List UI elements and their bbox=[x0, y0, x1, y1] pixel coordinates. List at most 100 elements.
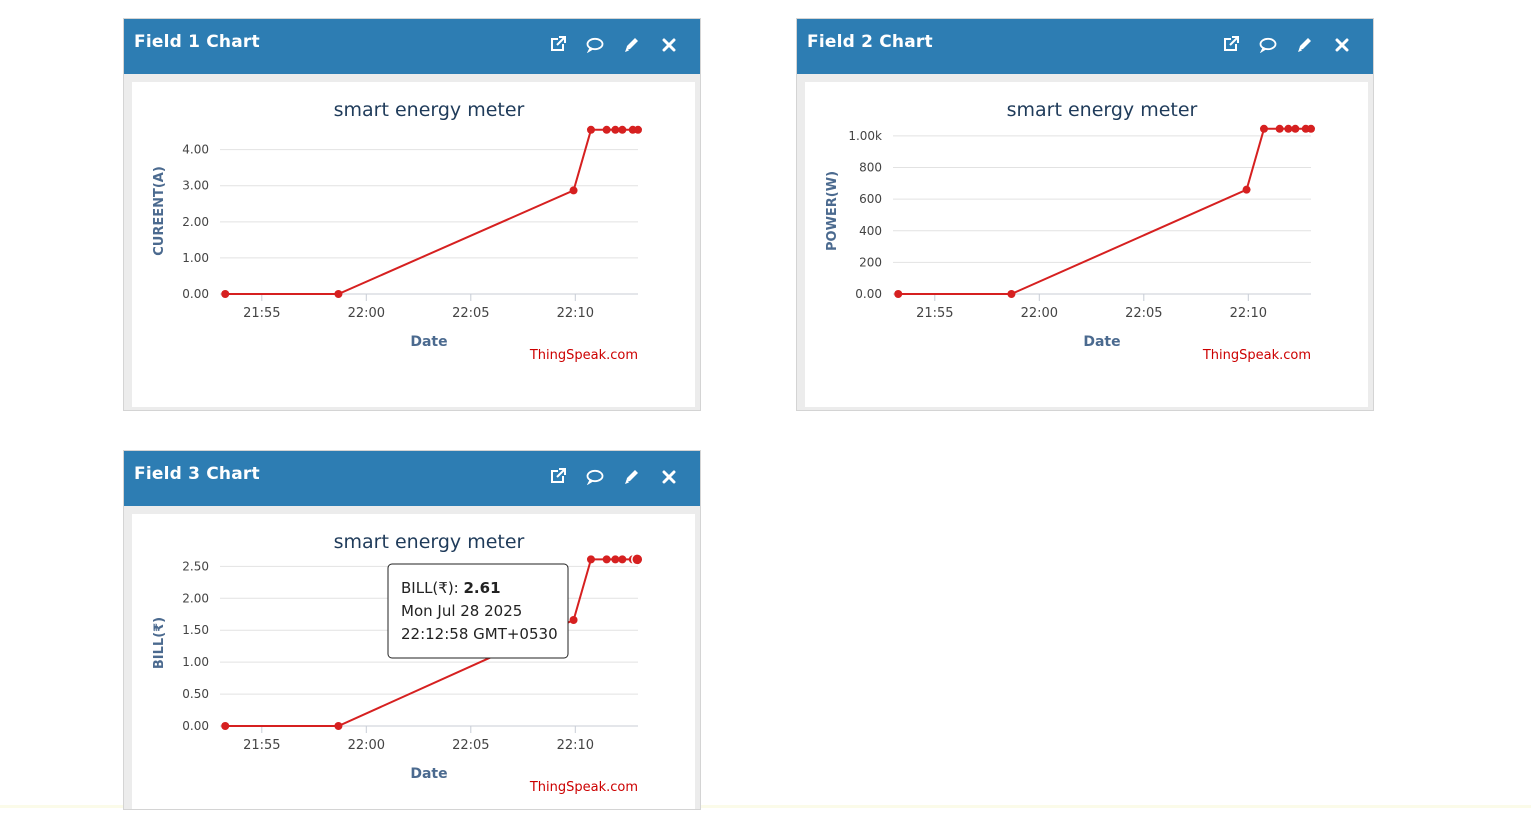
data-point bbox=[334, 290, 343, 298]
series-line bbox=[898, 127, 1311, 295]
external-link-icon[interactable] bbox=[548, 467, 567, 486]
data-point bbox=[634, 125, 642, 134]
y-tick-label: 2.50 bbox=[182, 559, 209, 573]
data-point bbox=[221, 290, 230, 298]
y-tick-label: 200 bbox=[859, 255, 882, 269]
x-tick-label: 22:05 bbox=[1125, 306, 1162, 321]
y-tick-label: 1.00 bbox=[182, 655, 209, 669]
y-axis-label: CUREENT(A) bbox=[152, 166, 167, 256]
tooltip-value: 2.61 bbox=[464, 579, 501, 597]
x-tick-label: 22:10 bbox=[1230, 306, 1267, 321]
y-tick-label: 0.00 bbox=[855, 287, 882, 301]
tooltip-series-label: BILL(₹): bbox=[401, 579, 464, 597]
widget-header: Field 1 Chart bbox=[124, 19, 700, 74]
data-point bbox=[1291, 124, 1300, 133]
data-point bbox=[602, 555, 611, 564]
y-tick-label: 0.00 bbox=[182, 287, 209, 301]
chart-area: smart energy meter 0.00 0.50 1.00 1.50 2.00 2.… bbox=[132, 514, 695, 809]
x-axis-label: Date bbox=[410, 334, 447, 350]
chart-title: smart energy meter bbox=[334, 99, 525, 121]
field-3-widget: Field 3 Chart smart energy meter 0.00 0.50… bbox=[123, 450, 701, 810]
data-point bbox=[602, 125, 611, 134]
pencil-icon[interactable] bbox=[622, 467, 641, 486]
x-tick-label: 22:05 bbox=[452, 738, 489, 753]
pencil-icon[interactable] bbox=[1295, 35, 1314, 54]
widget-toolbar bbox=[548, 35, 678, 54]
y-axis-label: BILL(₹) bbox=[152, 617, 167, 669]
field-2-widget: Field 2 Chart smart energy meter 0.00 200 4… bbox=[796, 18, 1374, 411]
data-point bbox=[631, 553, 644, 566]
y-tick-label: 2.00 bbox=[182, 215, 209, 229]
close-icon[interactable] bbox=[659, 467, 678, 486]
y-tick-label: 2.00 bbox=[182, 591, 209, 605]
field-3-chart: smart energy meter 0.00 0.50 1.00 1.50 2.00 2.… bbox=[152, 531, 644, 795]
data-point bbox=[586, 125, 595, 134]
widget-title: Field 1 Chart bbox=[134, 32, 260, 52]
x-tick-label: 21:55 bbox=[243, 306, 280, 321]
external-link-icon[interactable] bbox=[1221, 35, 1240, 54]
data-point bbox=[586, 555, 595, 564]
credit-link: ThingSpeak.com bbox=[1202, 348, 1311, 363]
widget-toolbar bbox=[1221, 35, 1351, 54]
widget-header: Field 3 Chart bbox=[124, 451, 700, 506]
pencil-icon[interactable] bbox=[622, 35, 641, 54]
y-tick-label: 4.00 bbox=[182, 143, 209, 157]
close-icon[interactable] bbox=[659, 35, 678, 54]
data-point bbox=[1307, 124, 1315, 133]
x-tick-label: 22:00 bbox=[348, 738, 385, 753]
x-tick-label: 22:00 bbox=[348, 306, 385, 321]
tooltip-date: Mon Jul 28 2025 bbox=[401, 602, 522, 620]
external-link-icon[interactable] bbox=[548, 35, 567, 54]
data-point bbox=[1007, 290, 1016, 298]
y-tick-label: 800 bbox=[859, 161, 882, 175]
widget-title: Field 3 Chart bbox=[134, 464, 260, 484]
chart-title: smart energy meter bbox=[1007, 99, 1198, 121]
chart-title: smart energy meter bbox=[334, 531, 525, 553]
comment-icon[interactable] bbox=[1258, 35, 1277, 54]
comment-icon[interactable] bbox=[585, 35, 604, 54]
data-point bbox=[611, 125, 620, 134]
field-1-chart: smart energy meter 0.00 1.00 2.00 3.00 4.00 21… bbox=[152, 99, 642, 363]
x-axis-label: Date bbox=[1083, 334, 1120, 350]
y-tick-label: 1.00k bbox=[848, 129, 882, 143]
data-point bbox=[894, 290, 903, 298]
data-point bbox=[618, 125, 627, 134]
y-tick-label: 1.50 bbox=[182, 623, 209, 637]
y-tick-label: 400 bbox=[859, 224, 882, 238]
y-tick-label: 1.00 bbox=[182, 251, 209, 265]
y-tick-label: 0.50 bbox=[182, 687, 209, 701]
x-tick-label: 21:55 bbox=[243, 738, 280, 753]
credit-link: ThingSpeak.com bbox=[529, 348, 638, 363]
y-axis-label: POWER(W) bbox=[825, 171, 840, 251]
x-tick-label: 22:10 bbox=[557, 738, 594, 753]
widget-header: Field 2 Chart bbox=[797, 19, 1373, 74]
data-point bbox=[1259, 124, 1268, 133]
x-tick-label: 21:55 bbox=[916, 306, 953, 321]
series-line bbox=[225, 128, 638, 295]
data-point bbox=[569, 616, 578, 625]
tooltip-series-line: BILL(₹): 2.61 bbox=[401, 579, 501, 597]
data-point bbox=[611, 555, 620, 564]
x-tick-label: 22:05 bbox=[452, 306, 489, 321]
y-tick-label: 0.00 bbox=[182, 719, 209, 733]
y-tick-label: 3.00 bbox=[182, 179, 209, 193]
x-tick-label: 22:00 bbox=[1021, 306, 1058, 321]
field-2-chart: smart energy meter 0.00 200 400 600 800 1.00k 2… bbox=[825, 99, 1315, 363]
data-point bbox=[569, 186, 578, 195]
credit-link: ThingSpeak.com bbox=[529, 780, 638, 795]
data-point bbox=[618, 555, 627, 564]
data-point bbox=[1284, 124, 1293, 133]
comment-icon[interactable] bbox=[585, 467, 604, 486]
chart-area: smart energy meter 0.00 1.00 2.00 3.00 4.00 21… bbox=[132, 82, 695, 407]
y-tick-label: 600 bbox=[859, 192, 882, 206]
widget-toolbar bbox=[548, 467, 678, 486]
widget-title: Field 2 Chart bbox=[807, 32, 933, 52]
close-icon[interactable] bbox=[1332, 35, 1351, 54]
data-point bbox=[221, 722, 230, 730]
x-axis-label: Date bbox=[410, 766, 447, 782]
tooltip-time: 22:12:58 GMT+0530 bbox=[401, 625, 558, 643]
chart-area: smart energy meter 0.00 200 400 600 800 1.00k 2… bbox=[805, 82, 1368, 407]
field-1-widget: Field 1 Chart smart energy meter 0.00 1.00… bbox=[123, 18, 701, 411]
data-point bbox=[1242, 185, 1251, 194]
data-point bbox=[1275, 124, 1284, 133]
